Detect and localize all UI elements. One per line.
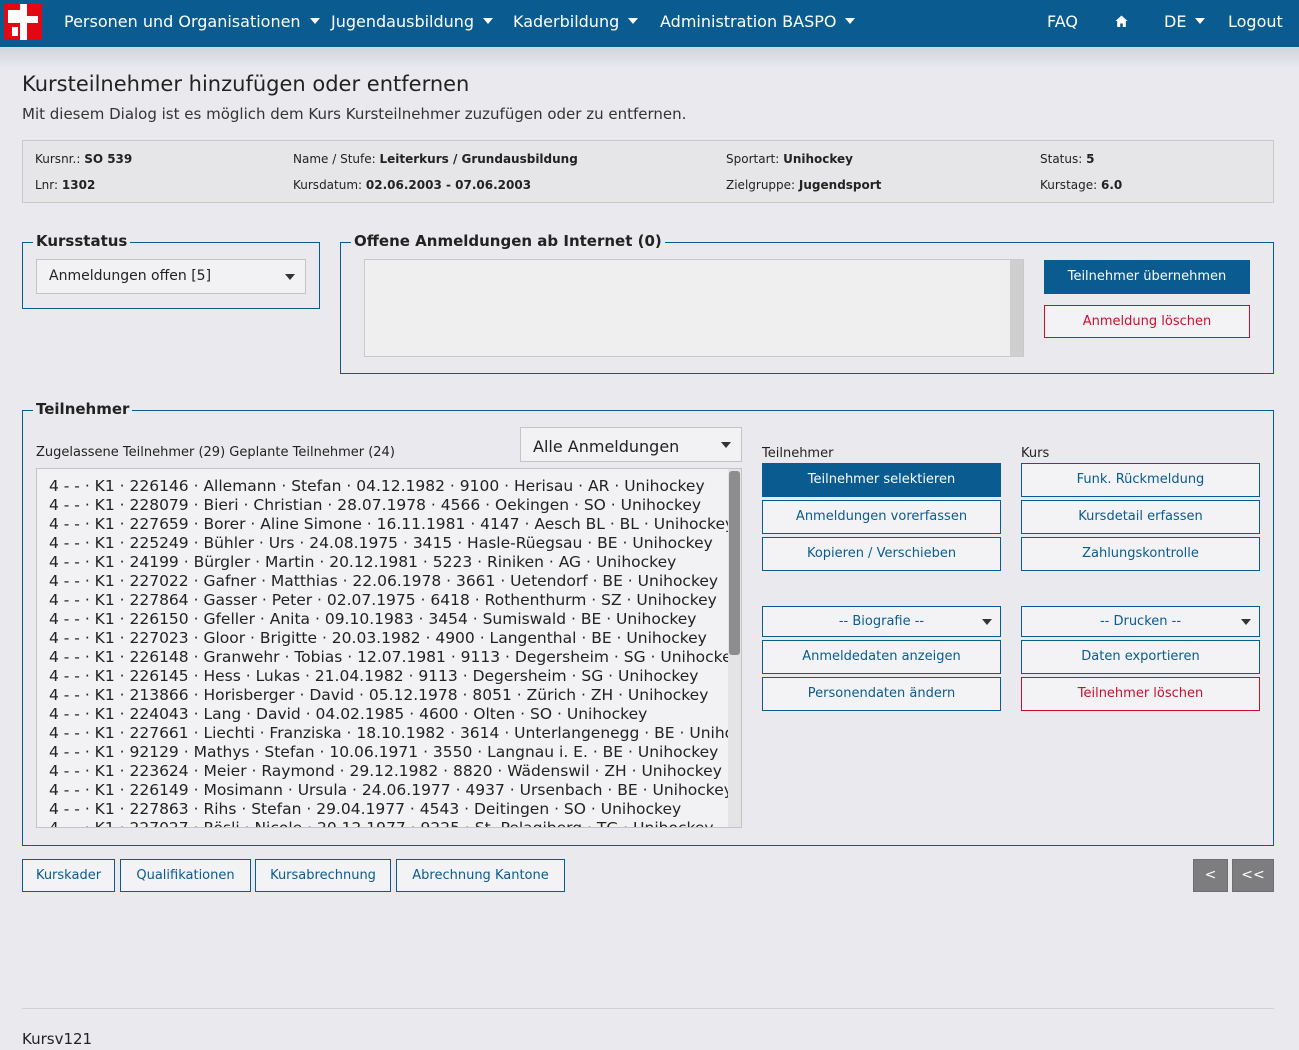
footer-version: Kursv121 <box>22 1030 93 1048</box>
list-item[interactable]: 4 - - · K1 · 226145 · Hess · Lukas · 21.… <box>49 667 698 686</box>
info-name-stufe: Name / Stufe: Leiterkurs / Grundausbildu… <box>293 152 578 166</box>
chevron-down-icon <box>483 18 494 24</box>
list-item[interactable]: 4 - - · K1 · 225249 · Bühler · Urs · 24.… <box>49 534 713 553</box>
info-lnr: Lnr: 1302 <box>35 178 96 192</box>
list-item[interactable]: 4 - - · K1 · 226146 · Allemann · Stefan … <box>49 477 705 496</box>
info-zielgruppe: Zielgruppe: Jugendsport <box>726 178 882 192</box>
info-sportart: Sportart: Unihockey <box>726 152 853 166</box>
abrechnung-kantone-button[interactable]: Abrechnung Kantone <box>396 859 565 892</box>
list-item[interactable]: 4 - - · K1 · 213866 · Horisberger · Davi… <box>49 686 708 705</box>
teilnehmer-selektieren-button[interactable]: Teilnehmer selektieren <box>762 463 1001 497</box>
kursstatus-value: Anmeldungen offen [5] <box>49 268 212 284</box>
kursstatus-select[interactable]: Anmeldungen offen [5] <box>36 259 306 294</box>
chevron-down-icon <box>845 18 856 24</box>
info-status: Status: 5 <box>1040 152 1095 166</box>
list-item[interactable]: 4 - - · K1 · 228079 · Bieri · Christian … <box>49 496 701 515</box>
list-item[interactable]: 4 - - · K1 · 227023 · Gloor · Brigitte ·… <box>49 629 707 648</box>
footer-divider <box>22 1008 1274 1009</box>
list-item[interactable]: 4 - - · K1 · 227661 · Liechti · Franzisk… <box>49 724 741 743</box>
list-item[interactable]: 4 - - · K1 · 24199 · Bürgler · Martin · … <box>49 553 676 572</box>
kursstatus-legend: Kursstatus <box>33 232 131 250</box>
daten-exportieren-button[interactable]: Daten exportieren <box>1021 640 1260 674</box>
page-title: Kursteilnehmer hinzufügen oder entfernen <box>22 72 470 96</box>
list-item[interactable]: 4 - - · K1 · 226150 · Gfeller · Anita · … <box>49 610 696 629</box>
list-item[interactable]: 4 - - · K1 · 227027 · Rösli · Nicole · 2… <box>49 819 714 827</box>
chevron-down-icon <box>1195 18 1206 24</box>
biografie-label: -- Biografie -- <box>838 614 925 629</box>
prev-button[interactable]: < <box>1193 859 1228 892</box>
first-button[interactable]: << <box>1232 859 1274 892</box>
logo-icon[interactable] <box>0 0 46 45</box>
info-kursnr: Kursnr.: SO 539 <box>35 152 133 166</box>
course-info-box: Kursnr.: SO 539 Lnr: 1302 Name / Stufe: … <box>22 140 1274 203</box>
language-select[interactable]: DE <box>1164 12 1206 31</box>
scrollbar-thumb[interactable] <box>729 471 740 655</box>
chevron-down-icon <box>982 618 992 625</box>
nav-jugendausbildung[interactable]: Jugendausbildung <box>331 12 494 31</box>
teilnehmer-uebernehmen-button[interactable]: Teilnehmer übernehmen <box>1044 260 1250 294</box>
kursdetail-erfassen-button[interactable]: Kursdetail erfassen <box>1021 500 1260 534</box>
navbar-shadow <box>0 47 1299 69</box>
nav-kaderbildung[interactable]: Kaderbildung <box>513 12 639 31</box>
page-subtitle: Mit diesem Dialog ist es möglich dem Kur… <box>22 105 687 123</box>
nav-administration-baspo[interactable]: Administration BASPO <box>660 12 856 31</box>
list-item[interactable]: 4 - - · K1 · 226149 · Mosimann · Ursula … <box>49 781 733 800</box>
home-icon[interactable] <box>1115 15 1128 28</box>
funk-rueckmeldung-button[interactable]: Funk. Rückmeldung <box>1021 463 1260 497</box>
list-item[interactable]: 4 - - · K1 · 227863 · Rihs · Stefan · 29… <box>49 800 681 819</box>
anmeldungen-vorerfassen-button[interactable]: Anmeldungen vorerfassen <box>762 500 1001 534</box>
anmeldung-loeschen-button[interactable]: Anmeldung löschen <box>1044 305 1250 338</box>
nav-personen-organisationen[interactable]: Personen und Organisationen <box>64 12 320 31</box>
qualifikationen-button[interactable]: Qualifikationen <box>120 859 251 892</box>
teilnehmer-legend: Teilnehmer <box>33 400 133 418</box>
drucken-label: -- Drucken -- <box>1099 614 1182 629</box>
scrollbar-track[interactable] <box>728 469 741 827</box>
anmeldungen-filter-select[interactable]: Alle Anmeldungen <box>520 427 742 462</box>
list-item[interactable]: 4 - - · K1 · 223624 · Meier · Raymond · … <box>49 762 722 781</box>
zahlungskontrolle-button[interactable]: Zahlungskontrolle <box>1021 537 1260 571</box>
nav-faq[interactable]: FAQ <box>1047 12 1078 31</box>
personendaten-aendern-button[interactable]: Personendaten ändern <box>762 677 1001 711</box>
list-item[interactable]: 4 - - · K1 · 227022 · Gafner · Matthias … <box>49 572 718 591</box>
list-item[interactable]: 4 - - · K1 · 92129 · Mathys · Stefan · 1… <box>49 743 718 762</box>
kurskader-button[interactable]: Kurskader <box>22 859 115 892</box>
drucken-dropdown[interactable]: -- Drucken -- <box>1021 606 1260 637</box>
list-item[interactable]: 4 - - · K1 · 227864 · Gasser · Peter · 0… <box>49 591 717 610</box>
info-kurstage: Kurstage: 6.0 <box>1040 178 1123 192</box>
kursabrechnung-button[interactable]: Kursabrechnung <box>255 859 391 892</box>
info-kursdatum: Kursdatum: 02.06.2003 - 07.06.2003 <box>293 178 532 192</box>
chevron-down-icon <box>721 441 731 448</box>
list-item[interactable]: 4 - - · K1 · 224043 · Lang · David · 04.… <box>49 705 647 724</box>
scrollbar[interactable] <box>1010 260 1023 356</box>
chevron-down-icon <box>309 18 320 24</box>
biografie-dropdown[interactable]: -- Biografie -- <box>762 606 1001 637</box>
chevron-down-icon <box>628 18 639 24</box>
chevron-down-icon <box>285 273 295 280</box>
list-item[interactable]: 4 - - · K1 · 227659 · Borer · Aline Simo… <box>49 515 734 534</box>
teilnehmer-loeschen-button[interactable]: Teilnehmer löschen <box>1021 677 1260 711</box>
kursstatus-fieldset: Kursstatus Anmeldungen offen [5] <box>22 232 320 309</box>
offene-anmeldungen-fieldset: Offene Anmeldungen ab Internet (0) Teiln… <box>340 232 1274 374</box>
offene-anmeldungen-legend: Offene Anmeldungen ab Internet (0) <box>351 232 665 250</box>
anmeldedaten-anzeigen-button[interactable]: Anmeldedaten anzeigen <box>762 640 1001 674</box>
anmeldungen-filter-value: Alle Anmeldungen <box>533 437 680 456</box>
logout-link[interactable]: Logout <box>1228 12 1283 31</box>
teilnehmer-list[interactable]: 4 - - · K1 · 226146 · Allemann · Stefan … <box>36 468 742 828</box>
teilnehmer-fieldset: Teilnehmer Zugelassene Teilnehmer (29) G… <box>22 400 1274 846</box>
chevron-down-icon <box>1241 618 1251 625</box>
top-navbar: Personen und Organisationen Jugendausbil… <box>0 0 1299 47</box>
col-label-kurs: Kurs <box>1021 446 1050 461</box>
offene-anmeldungen-list[interactable] <box>364 259 1024 357</box>
col-label-teilnehmer: Teilnehmer <box>762 446 834 461</box>
kopieren-verschieben-button[interactable]: Kopieren / Verschieben <box>762 537 1001 571</box>
list-item[interactable]: 4 - - · K1 · 226148 · Granwehr · Tobias … <box>49 648 741 667</box>
teilnehmer-counts: Zugelassene Teilnehmer (29) Geplante Tei… <box>36 445 395 460</box>
